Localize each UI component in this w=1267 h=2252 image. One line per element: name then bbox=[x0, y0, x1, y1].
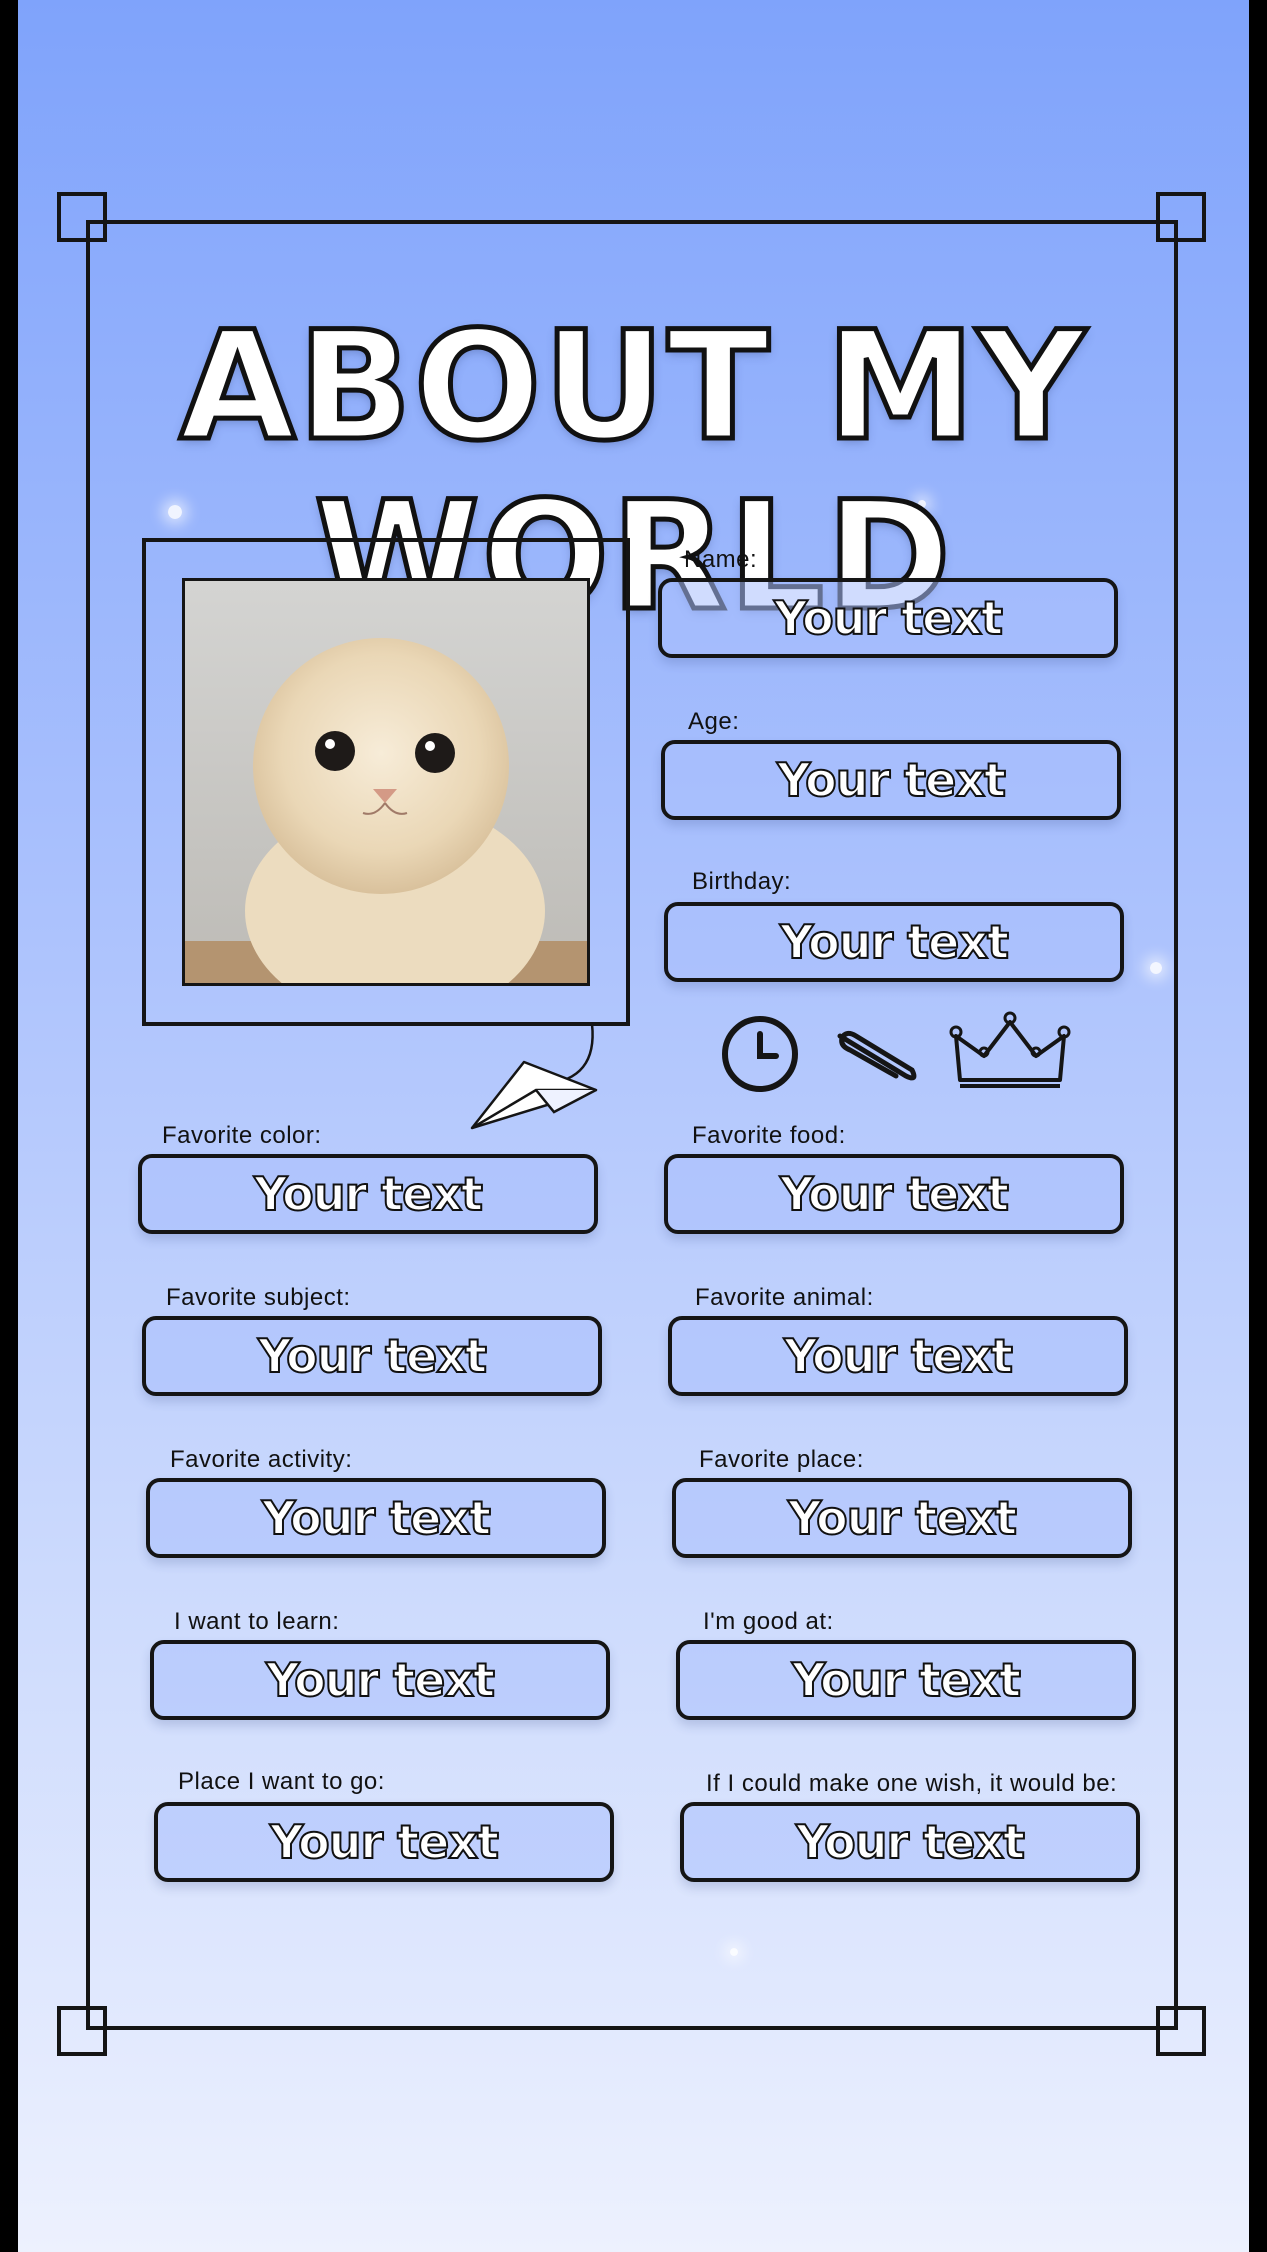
favorite-place-field[interactable]: Your text bbox=[672, 1478, 1132, 1558]
want-to-learn-field[interactable]: Your text bbox=[150, 1640, 610, 1720]
favorite-subject-field[interactable]: Your text bbox=[142, 1316, 602, 1396]
corner-square bbox=[57, 2006, 107, 2056]
paperclip-icon bbox=[837, 1030, 917, 1081]
favorite-food-field[interactable]: Your text bbox=[664, 1154, 1124, 1234]
label-one-wish: If I could make one wish, it would be: bbox=[706, 1770, 1118, 1797]
field-text: Your text bbox=[791, 1652, 1022, 1708]
field-text: Your text bbox=[261, 1490, 492, 1546]
cat-photo bbox=[182, 578, 590, 986]
favorite-animal-field[interactable]: Your text bbox=[668, 1316, 1128, 1396]
label-good-at: I'm good at: bbox=[703, 1608, 834, 1635]
age-field[interactable]: Your text bbox=[661, 740, 1121, 820]
corner-square bbox=[57, 192, 107, 242]
corner-square bbox=[1156, 192, 1206, 242]
field-text: Your text bbox=[269, 1814, 500, 1870]
label-favorite-color: Favorite color: bbox=[162, 1122, 322, 1149]
field-text: Your text bbox=[779, 1166, 1010, 1222]
field-text: Your text bbox=[779, 914, 1010, 970]
label-favorite-activity: Favorite activity: bbox=[170, 1446, 353, 1473]
label-place-to-go: Place I want to go: bbox=[178, 1768, 385, 1795]
paper-plane-icon bbox=[470, 1023, 598, 1130]
field-text: Your text bbox=[257, 1328, 488, 1384]
favorite-color-field[interactable]: Your text bbox=[138, 1154, 598, 1234]
favorite-activity-field[interactable]: Your text bbox=[146, 1478, 606, 1558]
field-text: Your text bbox=[265, 1652, 496, 1708]
field-text: Your text bbox=[787, 1490, 1018, 1546]
label-birthday: Birthday: bbox=[692, 868, 792, 895]
label-favorite-subject: Favorite subject: bbox=[166, 1284, 351, 1311]
label-name: Name: bbox=[684, 546, 758, 573]
left-black-bar bbox=[0, 0, 18, 2252]
clock-icon bbox=[722, 1016, 798, 1092]
corner-square bbox=[1156, 2006, 1206, 2056]
label-want-to-learn: I want to learn: bbox=[174, 1608, 340, 1635]
crown-icon bbox=[949, 1011, 1071, 1088]
label-favorite-place: Favorite place: bbox=[699, 1446, 864, 1473]
label-favorite-food: Favorite food: bbox=[692, 1122, 846, 1149]
good-at-field[interactable]: Your text bbox=[676, 1640, 1136, 1720]
field-text: Your text bbox=[783, 1328, 1014, 1384]
field-text: Your text bbox=[773, 590, 1004, 646]
right-black-bar bbox=[1249, 0, 1267, 2252]
about-my-world-page: ABOUT MY WORLD Name: Your text Age: Your… bbox=[18, 0, 1249, 2252]
field-text: Your text bbox=[795, 1814, 1026, 1870]
name-field[interactable]: Your text bbox=[658, 578, 1118, 658]
label-age: Age: bbox=[688, 708, 740, 735]
label-favorite-animal: Favorite animal: bbox=[695, 1284, 874, 1311]
place-to-go-field[interactable]: Your text bbox=[154, 1802, 614, 1882]
field-text: Your text bbox=[776, 752, 1007, 808]
field-text: Your text bbox=[253, 1166, 484, 1222]
birthday-field[interactable]: Your text bbox=[664, 902, 1124, 982]
one-wish-field[interactable]: Your text bbox=[680, 1802, 1140, 1882]
photo-frame[interactable] bbox=[142, 538, 630, 1026]
